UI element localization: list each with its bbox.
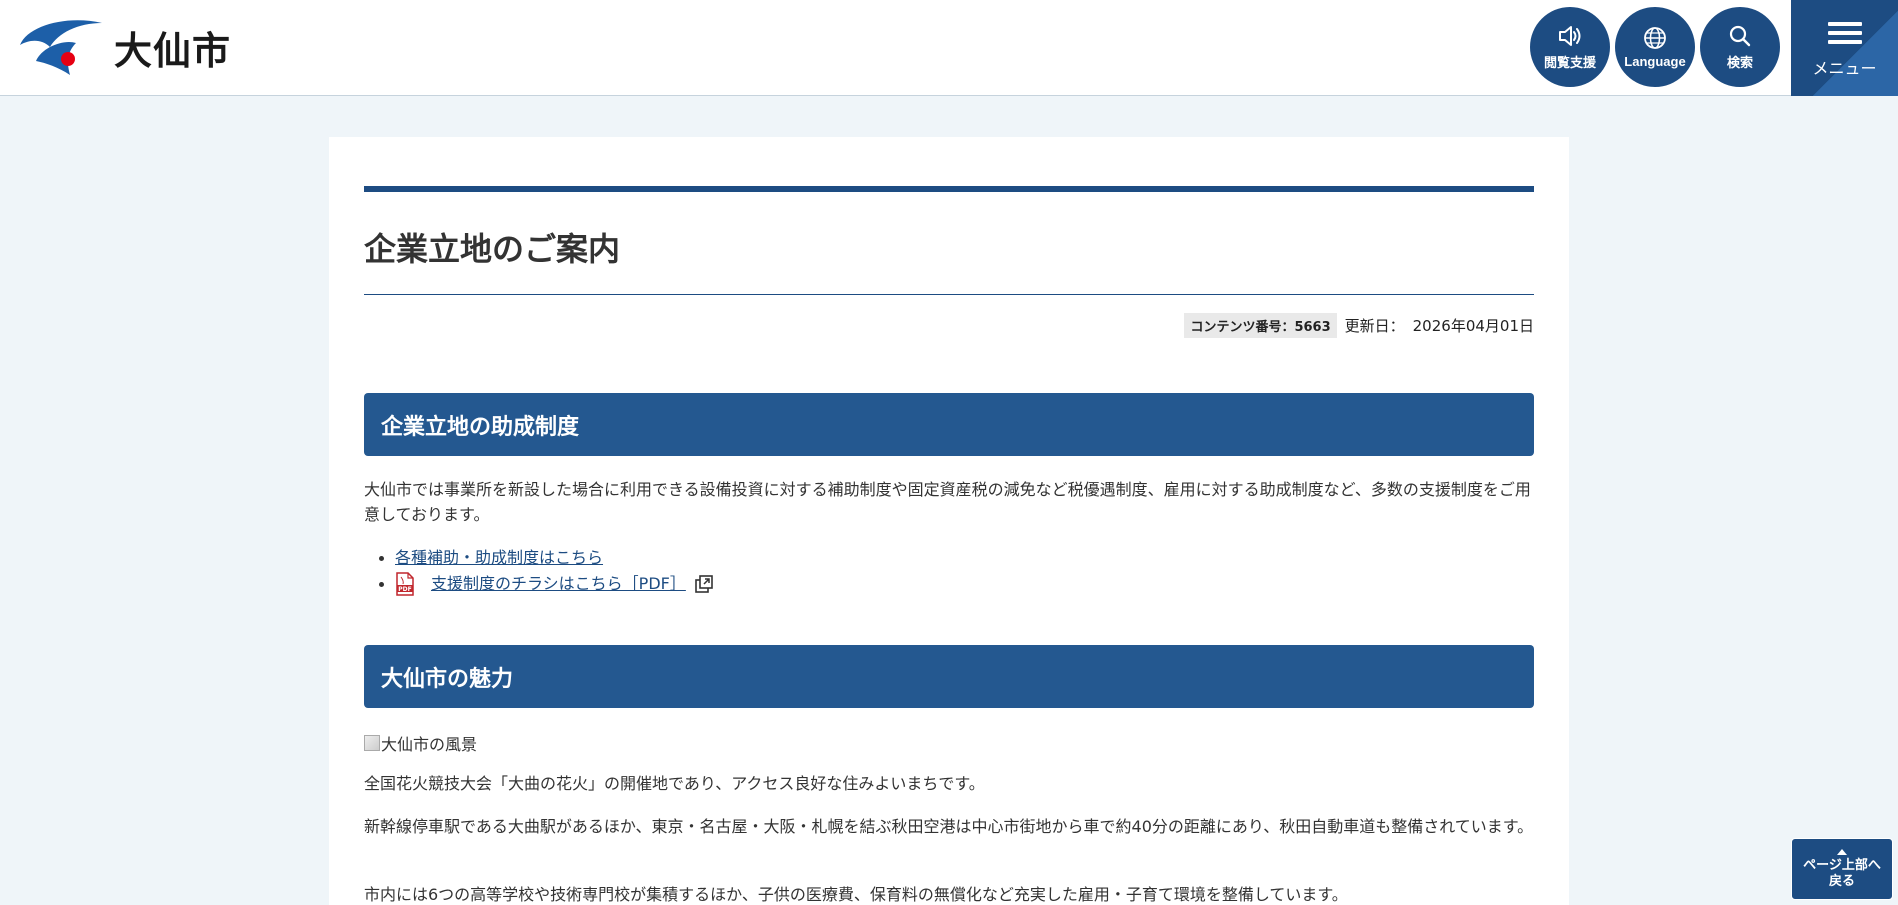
page-top-label-1: ページ上部へ: [1803, 857, 1881, 873]
section-heading-appeal: 大仙市の魅力: [364, 645, 1534, 708]
search-label: 検索: [1726, 54, 1753, 70]
site-header: 大仙市 閲覧支援 Language 検索 メニュー: [0, 0, 1898, 96]
page-title: 企業立地のご案内: [364, 230, 621, 268]
hamburger-icon: [1827, 17, 1862, 49]
subsidy-link-list: 各種補助・助成制度はこちら PDF 支援制度のチラシはこちら［PDF］: [364, 545, 713, 597]
main-content: 企業立地のご案内 コンテンツ番号：5663 更新日： 2026年04月01日 企…: [329, 137, 1569, 905]
list-item: 各種補助・助成制度はこちら: [364, 545, 713, 571]
landscape-image: 大仙市の風景: [364, 731, 477, 755]
arrow-up-icon: [1837, 848, 1847, 855]
content-number: コンテンツ番号：5663: [1184, 313, 1337, 338]
reading-support-button[interactable]: 閲覧支援: [1530, 7, 1610, 87]
city-emblem-icon: [20, 20, 102, 75]
image-alt-text: 大仙市の風景: [381, 735, 478, 754]
menu-label: メニュー: [1812, 61, 1877, 78]
broken-image-icon: [364, 735, 380, 751]
speaker-icon: [1559, 25, 1581, 46]
page-top-button[interactable]: ページ上部へ 戻る: [1791, 838, 1893, 900]
appeal-paragraph: 全国花火競技大会「大曲の花火」の開催地であり、アクセス良好な住みよいまちです。: [364, 774, 985, 793]
section-body-subsidy: 大仙市では事業所を新設した場合に利用できる設備投資に対する補助制度や固定資産税の…: [364, 480, 1531, 524]
list-item: PDF 支援制度のチラシはこちら［PDF］: [364, 571, 713, 597]
language-button[interactable]: Language: [1615, 7, 1695, 87]
title-top-rule: [364, 186, 1534, 192]
globe-icon: [1644, 26, 1666, 49]
language-label: Language: [1624, 53, 1686, 69]
pdf-icon: PDF: [396, 572, 414, 596]
search-icon: [1729, 25, 1751, 46]
section-heading-subsidy: 企業立地の助成制度: [364, 393, 1534, 456]
updated-label: 更新日：: [1344, 317, 1405, 335]
appeal-paragraph: 市内には6つの高等学校や技術専門校が集積するほか、子供の医療費、保育料の無償化な…: [364, 885, 1348, 904]
site-logo[interactable]: 大仙市: [18, 16, 231, 78]
svg-text:PDF: PDF: [398, 586, 411, 593]
appeal-paragraph: 新幹線停車駅である大曲駅があるほか、東京・名古屋・大阪・札幌を結ぶ秋田空港は中心…: [364, 817, 1534, 836]
external-window-icon: [695, 575, 713, 593]
page-meta: コンテンツ番号：5663 更新日： 2026年04月01日: [1184, 313, 1534, 338]
page-top-label-2: 戻る: [1828, 873, 1855, 889]
flyer-pdf-link[interactable]: 支援制度のチラシはこちら［PDF］: [431, 571, 686, 597]
reading-support-label: 閲覧支援: [1543, 54, 1596, 70]
updated-date: 2026年04月01日: [1412, 317, 1534, 335]
search-button[interactable]: 検索: [1700, 7, 1780, 87]
title-bottom-rule: [364, 294, 1534, 295]
site-name: 大仙市: [114, 28, 232, 73]
menu-button[interactable]: メニュー: [1791, 0, 1898, 96]
subsidy-link[interactable]: 各種補助・助成制度はこちら: [395, 545, 603, 571]
